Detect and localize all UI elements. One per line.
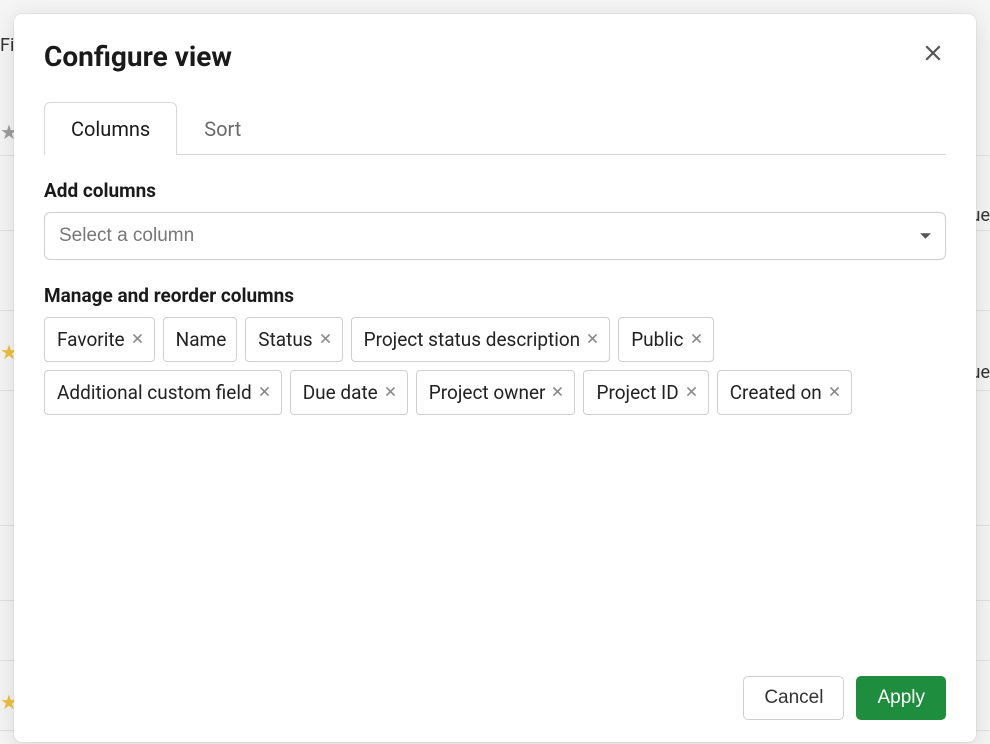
close-icon <box>586 332 599 348</box>
manage-columns-label: Manage and reorder columns <box>44 284 946 307</box>
column-chip[interactable]: Project owner <box>416 370 576 415</box>
chip-remove-button[interactable] <box>384 385 397 401</box>
modal-header: Configure view <box>44 40 946 73</box>
chip-remove-button[interactable] <box>131 332 144 348</box>
chip-remove-button[interactable] <box>319 332 332 348</box>
close-icon <box>131 332 144 348</box>
modal-title: Configure view <box>44 40 232 73</box>
column-chip[interactable]: Additional custom field <box>44 370 282 415</box>
chip-remove-button[interactable] <box>828 385 841 401</box>
chip-label: Name <box>176 328 227 351</box>
modal-footer: Cancel Apply <box>44 676 946 720</box>
column-chip[interactable]: Created on <box>717 370 852 415</box>
column-chip[interactable]: Favorite <box>44 317 155 362</box>
chip-remove-button[interactable] <box>690 332 703 348</box>
close-icon <box>924 44 942 65</box>
chip-label: Public <box>631 328 683 351</box>
chip-label: Project owner <box>429 381 546 404</box>
column-chip[interactable]: Status <box>245 317 342 362</box>
column-select-wrap: Select a column <box>44 212 946 260</box>
column-chip[interactable]: Name <box>163 317 238 362</box>
chip-remove-button[interactable] <box>685 385 698 401</box>
tab-columns[interactable]: Columns <box>44 102 177 155</box>
chip-label: Due date <box>303 381 378 404</box>
column-chip[interactable]: Project ID <box>583 370 708 415</box>
configure-view-modal: Configure view Columns Sort Add columns … <box>14 14 976 742</box>
column-chips: Favorite Name Status Project status descrip… <box>44 317 946 415</box>
chip-label: Favorite <box>57 328 125 351</box>
column-chip[interactable]: Public <box>618 317 713 362</box>
chip-label: Project ID <box>596 381 678 404</box>
apply-button[interactable]: Apply <box>856 676 946 720</box>
close-icon <box>690 332 703 348</box>
chip-remove-button[interactable] <box>551 385 564 401</box>
chip-label: Status <box>258 328 312 351</box>
close-icon <box>258 385 271 401</box>
close-button[interactable] <box>920 40 946 69</box>
column-chip[interactable]: Project status description <box>351 317 611 362</box>
close-icon <box>319 332 332 348</box>
cancel-button[interactable]: Cancel <box>743 676 844 720</box>
add-columns-label: Add columns <box>44 179 946 202</box>
tabs: Columns Sort <box>44 101 946 155</box>
close-icon <box>551 385 564 401</box>
close-icon <box>685 385 698 401</box>
chip-remove-button[interactable] <box>258 385 271 401</box>
column-select[interactable]: Select a column <box>44 212 946 260</box>
column-chip[interactable]: Due date <box>290 370 408 415</box>
chip-label: Project status description <box>364 328 581 351</box>
close-icon <box>828 385 841 401</box>
chip-label: Additional custom field <box>57 381 252 404</box>
chip-remove-button[interactable] <box>586 332 599 348</box>
close-icon <box>384 385 397 401</box>
tab-sort[interactable]: Sort <box>177 102 268 155</box>
chip-label: Created on <box>730 381 822 404</box>
